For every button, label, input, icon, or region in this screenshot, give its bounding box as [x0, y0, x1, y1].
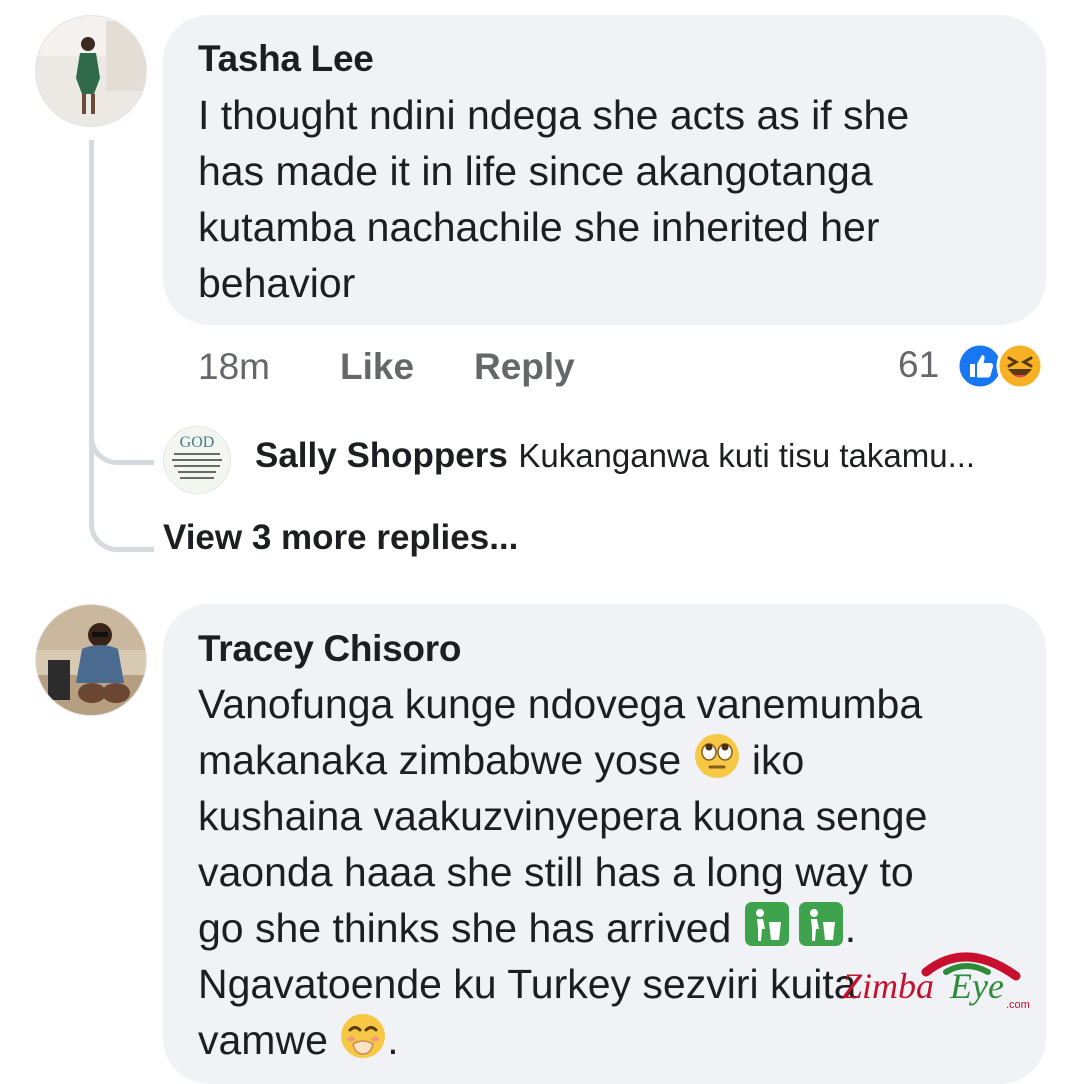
avatar-text: GOD [180, 434, 215, 451]
profile-photo-icon [36, 605, 146, 715]
haha-reaction-icon [996, 342, 1044, 390]
comment-line: kushaina vaakuzvinyepera kuona senge [198, 793, 928, 839]
comment-line: vaonda haaa she still has a long way to [198, 849, 914, 895]
reactions-summary[interactable]: 61 [896, 340, 1056, 392]
view-more-connector-curve [89, 505, 154, 552]
comment-line: Vanofunga kunge ndovega vanemumba [198, 681, 923, 727]
giggle-emoji-icon [341, 1014, 386, 1058]
like-button[interactable]: Like [340, 346, 414, 388]
watermark-logo-icon: Zimba Eye .com [842, 952, 1030, 1011]
reaction-count: 61 [898, 344, 940, 385]
view-more-replies-link[interactable]: View 3 more replies... [163, 518, 518, 558]
comment-author[interactable]: Tracey Chisoro [198, 628, 461, 670]
reply-author: Sally Shoppers [255, 436, 508, 475]
svg-text:Zimba: Zimba [842, 966, 934, 1006]
comment-line-part: . [387, 1017, 399, 1063]
reply-button[interactable]: Reply [474, 346, 575, 388]
avatar-tracey-chisoro[interactable] [35, 604, 147, 716]
avatar-tasha-lee[interactable] [35, 15, 147, 127]
god-quote-icon: GOD [164, 427, 230, 493]
litter-bin-emoji-icon [798, 902, 843, 946]
reply-preview[interactable]: Sally Shoppers Kukanganwa kuti tisu taka… [255, 436, 975, 476]
comment-author[interactable]: Tasha Lee [198, 38, 374, 80]
avatar-sally-shoppers[interactable]: GOD [163, 426, 231, 494]
litter-bin-emoji-icon [744, 902, 789, 946]
reply-text: Kukanganwa kuti tisu takamu... [518, 437, 976, 474]
thread-connector-line [89, 140, 94, 520]
comment-timestamp: 18m [198, 346, 270, 387]
comment-line-part: go she thinks she has arrived [198, 905, 743, 951]
svg-text:.com: .com [1006, 999, 1030, 1011]
comment-line-part: vamwe [198, 1017, 340, 1063]
eye-roll-emoji-icon [694, 734, 739, 778]
comment-line: vamwe . [198, 1012, 1028, 1068]
svg-text:Eye: Eye [949, 966, 1004, 1006]
comment-text: I thought ndini ndega she acts as if she… [198, 92, 910, 306]
comment-line-part: makanaka zimbabwe yose [198, 737, 693, 783]
zimbaeye-watermark: Zimba Eye .com [838, 942, 1038, 1012]
reply-connector-curve [89, 420, 154, 465]
comment-line-part: iko [740, 737, 805, 783]
comment-line: makanaka zimbabwe yose iko [198, 732, 1028, 788]
profile-photo-icon [36, 16, 146, 126]
